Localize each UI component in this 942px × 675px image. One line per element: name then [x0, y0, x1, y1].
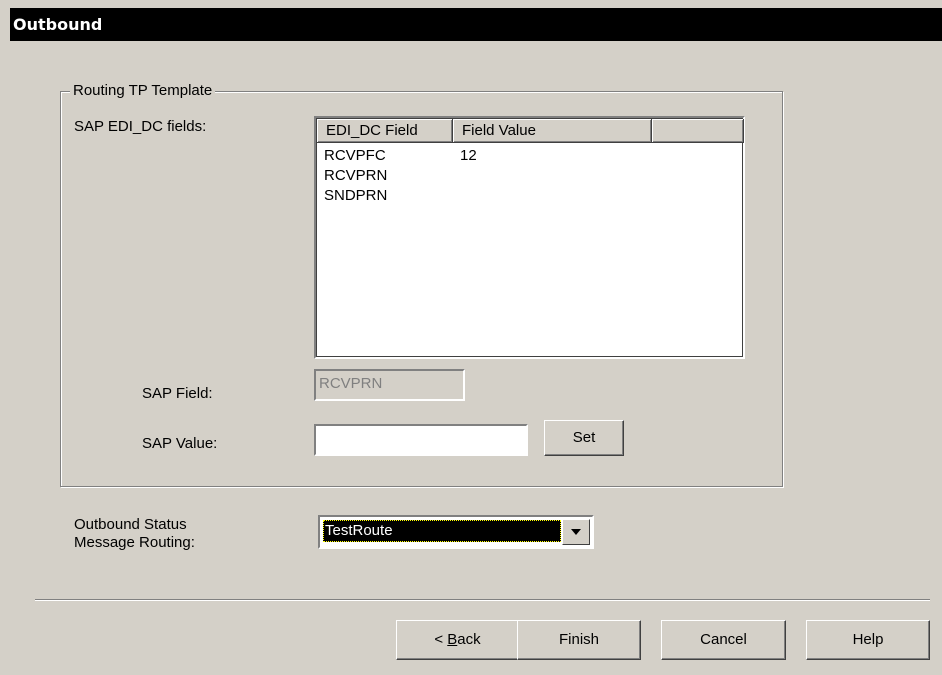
dropdown-button[interactable] — [562, 519, 590, 545]
window-title-bar: Outbound — [10, 8, 942, 41]
group-legend: Routing TP Template — [70, 81, 216, 101]
list-item-value: 12 — [460, 147, 477, 164]
back-rest: ack — [457, 631, 481, 648]
status-routing-label-line1: Outbound Status — [74, 516, 187, 533]
list-item[interactable]: RCVPRN — [324, 166, 387, 186]
column-header-empty[interactable] — [652, 119, 744, 143]
sap-value-label: SAP Value: — [142, 435, 218, 452]
column-header-field-value[interactable]: Field Value — [453, 119, 652, 143]
list-item[interactable]: RCVPFC 12 — [324, 146, 477, 166]
back-mnemonic: B — [447, 631, 458, 648]
list-item[interactable]: SNDPRN — [324, 186, 387, 206]
back-button[interactable]: < Back — [396, 620, 519, 660]
list-item-field: RCVPRN — [324, 167, 388, 184]
back-prefix: < — [434, 631, 448, 648]
finish-button[interactable]: Finish — [517, 620, 641, 660]
triangle-down-icon — [571, 529, 581, 535]
list-item-field: SNDPRN — [324, 187, 388, 204]
help-button[interactable]: Help — [806, 620, 930, 660]
column-header-edi-dc-field[interactable]: EDI_DC Field — [317, 119, 453, 143]
sap-field-label: SAP Field: — [142, 385, 213, 402]
window-title: Outbound — [13, 15, 103, 34]
edi-dc-list[interactable]: EDI_DC Field Field Value RCVPFC 12 RCVPR… — [314, 116, 745, 359]
sap-value-input[interactable] — [314, 424, 528, 456]
sap-field-value: RCVPRN — [319, 375, 383, 392]
status-routing-selected: TestRoute — [323, 520, 561, 542]
footer-separator — [35, 599, 930, 601]
status-routing-dropdown[interactable]: TestRoute — [318, 515, 594, 549]
sap-field-input: RCVPRN — [314, 369, 465, 401]
edi-dc-fields-label: SAP EDI_DC fields: — [74, 118, 207, 135]
cancel-button[interactable]: Cancel — [661, 620, 786, 660]
set-button[interactable]: Set — [544, 420, 624, 456]
list-header: EDI_DC Field Field Value — [317, 119, 744, 143]
status-routing-label-line2: Message Routing: — [74, 534, 195, 551]
list-item-field: RCVPFC — [324, 147, 386, 164]
